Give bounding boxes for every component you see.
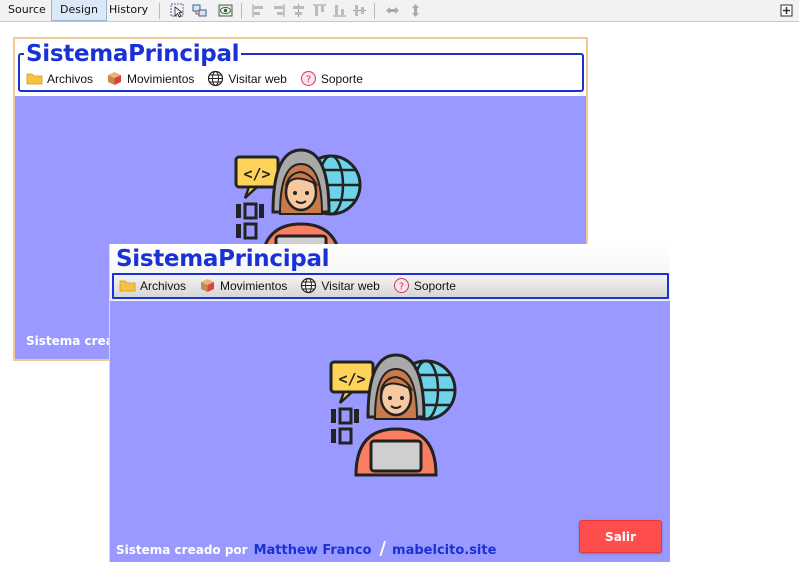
running-form-front[interactable]: SistemaPrincipal Archivos Movimientos Vi… bbox=[109, 244, 670, 562]
footer-credit: Sistema creado por Matthew Franco / mabe… bbox=[116, 538, 496, 559]
form-header: SistemaPrincipal Archivos Movimientos Vi… bbox=[110, 244, 670, 301]
author-link[interactable]: Matthew Franco bbox=[254, 543, 372, 558]
menu-soporte[interactable]: ? Soporte bbox=[393, 277, 456, 294]
menu-movimientos[interactable]: Movimientos bbox=[106, 70, 194, 87]
box-icon bbox=[106, 70, 123, 87]
menu-label: Soporte bbox=[413, 278, 456, 293]
globe-icon bbox=[300, 277, 317, 294]
toolbar-separator bbox=[159, 3, 160, 19]
help-icon: ? bbox=[393, 277, 410, 294]
menu-visitar-web[interactable]: Visitar web bbox=[207, 70, 287, 87]
footer-credit: Sistema cread bbox=[26, 334, 122, 348]
menu-label: Archivos bbox=[47, 71, 94, 86]
menu-soporte[interactable]: ? Soporte bbox=[300, 70, 363, 87]
svg-text:?: ? bbox=[306, 75, 311, 86]
menu-label: Movimientos bbox=[127, 71, 195, 86]
footer-prefix: Sistema creado por bbox=[116, 543, 248, 557]
menu-archivos[interactable]: Archivos bbox=[26, 70, 93, 87]
form-editor-toolbar: Source Design History bbox=[0, 0, 799, 22]
align-bottom-icon[interactable] bbox=[332, 3, 347, 18]
center-vertical-icon[interactable] bbox=[352, 3, 367, 18]
menu-movimientos[interactable]: Movimientos bbox=[199, 277, 287, 294]
menu-bar: Archivos Movimientos Visitar web ? Sopor… bbox=[119, 277, 469, 294]
svg-text:?: ? bbox=[399, 282, 404, 293]
align-right-icon[interactable] bbox=[271, 3, 286, 18]
form-header: SistemaPrincipal Archivos Movimientos Vi… bbox=[15, 39, 586, 96]
footer-prefix: Sistema cread bbox=[26, 334, 123, 348]
menu-visitar-web[interactable]: Visitar web bbox=[300, 277, 380, 294]
toolbar-separator bbox=[374, 3, 375, 19]
tab-history[interactable]: History bbox=[101, 0, 156, 21]
connection-mode-icon[interactable] bbox=[192, 3, 207, 18]
menu-label: Movimientos bbox=[220, 278, 288, 293]
tab-design[interactable]: Design bbox=[51, 0, 107, 21]
svg-text:</>: </> bbox=[338, 370, 365, 388]
footer-separator: / bbox=[379, 538, 387, 559]
app-title: SistemaPrincipal bbox=[116, 246, 330, 272]
svg-text:</>: </> bbox=[243, 165, 270, 183]
preview-design-icon[interactable] bbox=[218, 3, 233, 18]
tab-source[interactable]: Source bbox=[0, 0, 54, 21]
resize-vertical-icon[interactable] bbox=[408, 3, 423, 18]
align-top-icon[interactable] bbox=[312, 3, 327, 18]
menu-archivos[interactable]: Archivos bbox=[119, 277, 186, 294]
site-link[interactable]: mabelcito.site bbox=[392, 543, 496, 558]
selection-mode-icon[interactable] bbox=[170, 3, 185, 18]
toolbar-separator bbox=[241, 3, 242, 19]
developer-illustration: </> bbox=[221, 142, 366, 272]
menu-label: Soporte bbox=[320, 71, 363, 86]
box-icon bbox=[199, 277, 216, 294]
folder-icon bbox=[119, 277, 136, 294]
menu-label: Archivos bbox=[140, 278, 187, 293]
menu-label: Visitar web bbox=[321, 278, 380, 293]
align-left-icon[interactable] bbox=[251, 3, 266, 18]
resize-horizontal-icon[interactable] bbox=[385, 3, 400, 18]
maximize-icon[interactable] bbox=[779, 3, 794, 18]
center-horizontal-icon[interactable] bbox=[291, 3, 306, 18]
menu-bar: Archivos Movimientos Visitar web ? Sopor… bbox=[26, 70, 376, 87]
menu-label: Visitar web bbox=[228, 71, 287, 86]
developer-illustration: </> bbox=[316, 347, 461, 477]
help-icon: ? bbox=[300, 70, 317, 87]
exit-button[interactable]: Salir bbox=[579, 520, 662, 553]
folder-icon bbox=[26, 70, 43, 87]
app-title: SistemaPrincipal bbox=[24, 41, 242, 67]
globe-icon bbox=[207, 70, 224, 87]
